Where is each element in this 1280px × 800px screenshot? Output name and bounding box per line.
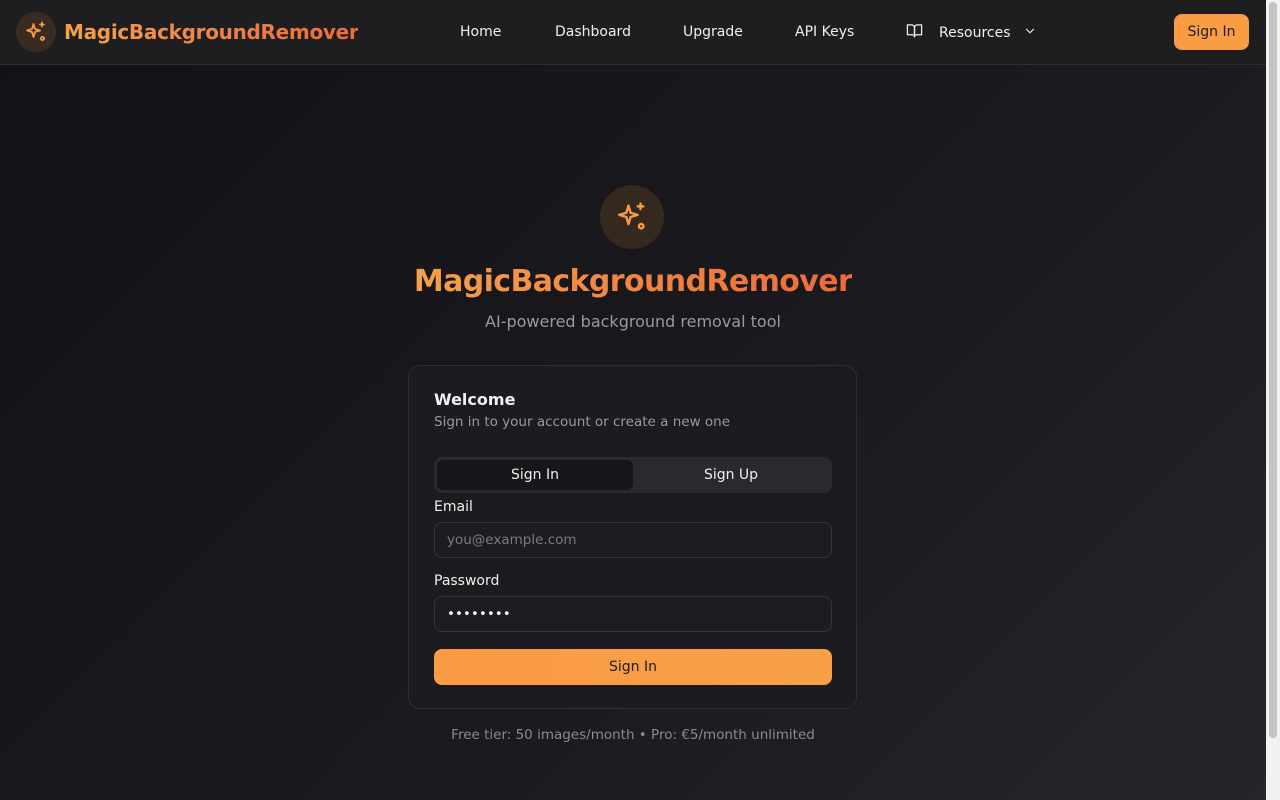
email-field[interactable] [434, 522, 832, 558]
page-scrollbar[interactable] [1266, 0, 1280, 800]
password-field[interactable] [434, 596, 832, 632]
sign-in-submit-button[interactable]: Sign In [434, 649, 832, 685]
auth-card: Welcome Sign in to your account or creat… [408, 365, 857, 709]
nav-home-link[interactable]: Home [460, 24, 501, 40]
sparkles-icon [16, 12, 56, 52]
brand-logo-link[interactable]: MagicBackgroundRemover [16, 12, 359, 52]
chevron-down-icon [1023, 23, 1037, 42]
card-description: Sign in to your account or create a new … [434, 414, 731, 430]
nav-upgrade-link[interactable]: Upgrade [683, 24, 743, 40]
resources-label: Resources [939, 24, 1011, 41]
book-open-icon [906, 22, 923, 43]
page-title-text: MagicBackgroundRemover [413, 264, 853, 299]
nav-dashboard-link[interactable]: Dashboard [555, 24, 631, 40]
password-label: Password [434, 573, 500, 589]
brand-name: MagicBackgroundRemover [64, 20, 359, 44]
card-title: Welcome [434, 390, 516, 409]
email-label: Email [434, 499, 473, 515]
tab-sign-in[interactable]: Sign In [437, 460, 633, 490]
page-title: MagicBackgroundRemover [0, 264, 1266, 299]
sparkles-icon [600, 185, 664, 249]
page-subtitle: AI-powered background removal tool [485, 312, 781, 331]
pricing-note: Free tier: 50 images/month • Pro: €5/mon… [451, 727, 815, 743]
top-navbar: MagicBackgroundRemover Home Dashboard Up… [0, 0, 1266, 65]
auth-tabs: Sign In Sign Up [434, 457, 832, 493]
nav-api-keys-link[interactable]: API Keys [795, 24, 854, 40]
tab-sign-up[interactable]: Sign Up [633, 460, 829, 490]
header-sign-in-button[interactable]: Sign In [1174, 14, 1249, 50]
resources-dropdown[interactable]: Resources [906, 22, 1037, 43]
scrollbar-thumb[interactable] [1269, 2, 1277, 738]
